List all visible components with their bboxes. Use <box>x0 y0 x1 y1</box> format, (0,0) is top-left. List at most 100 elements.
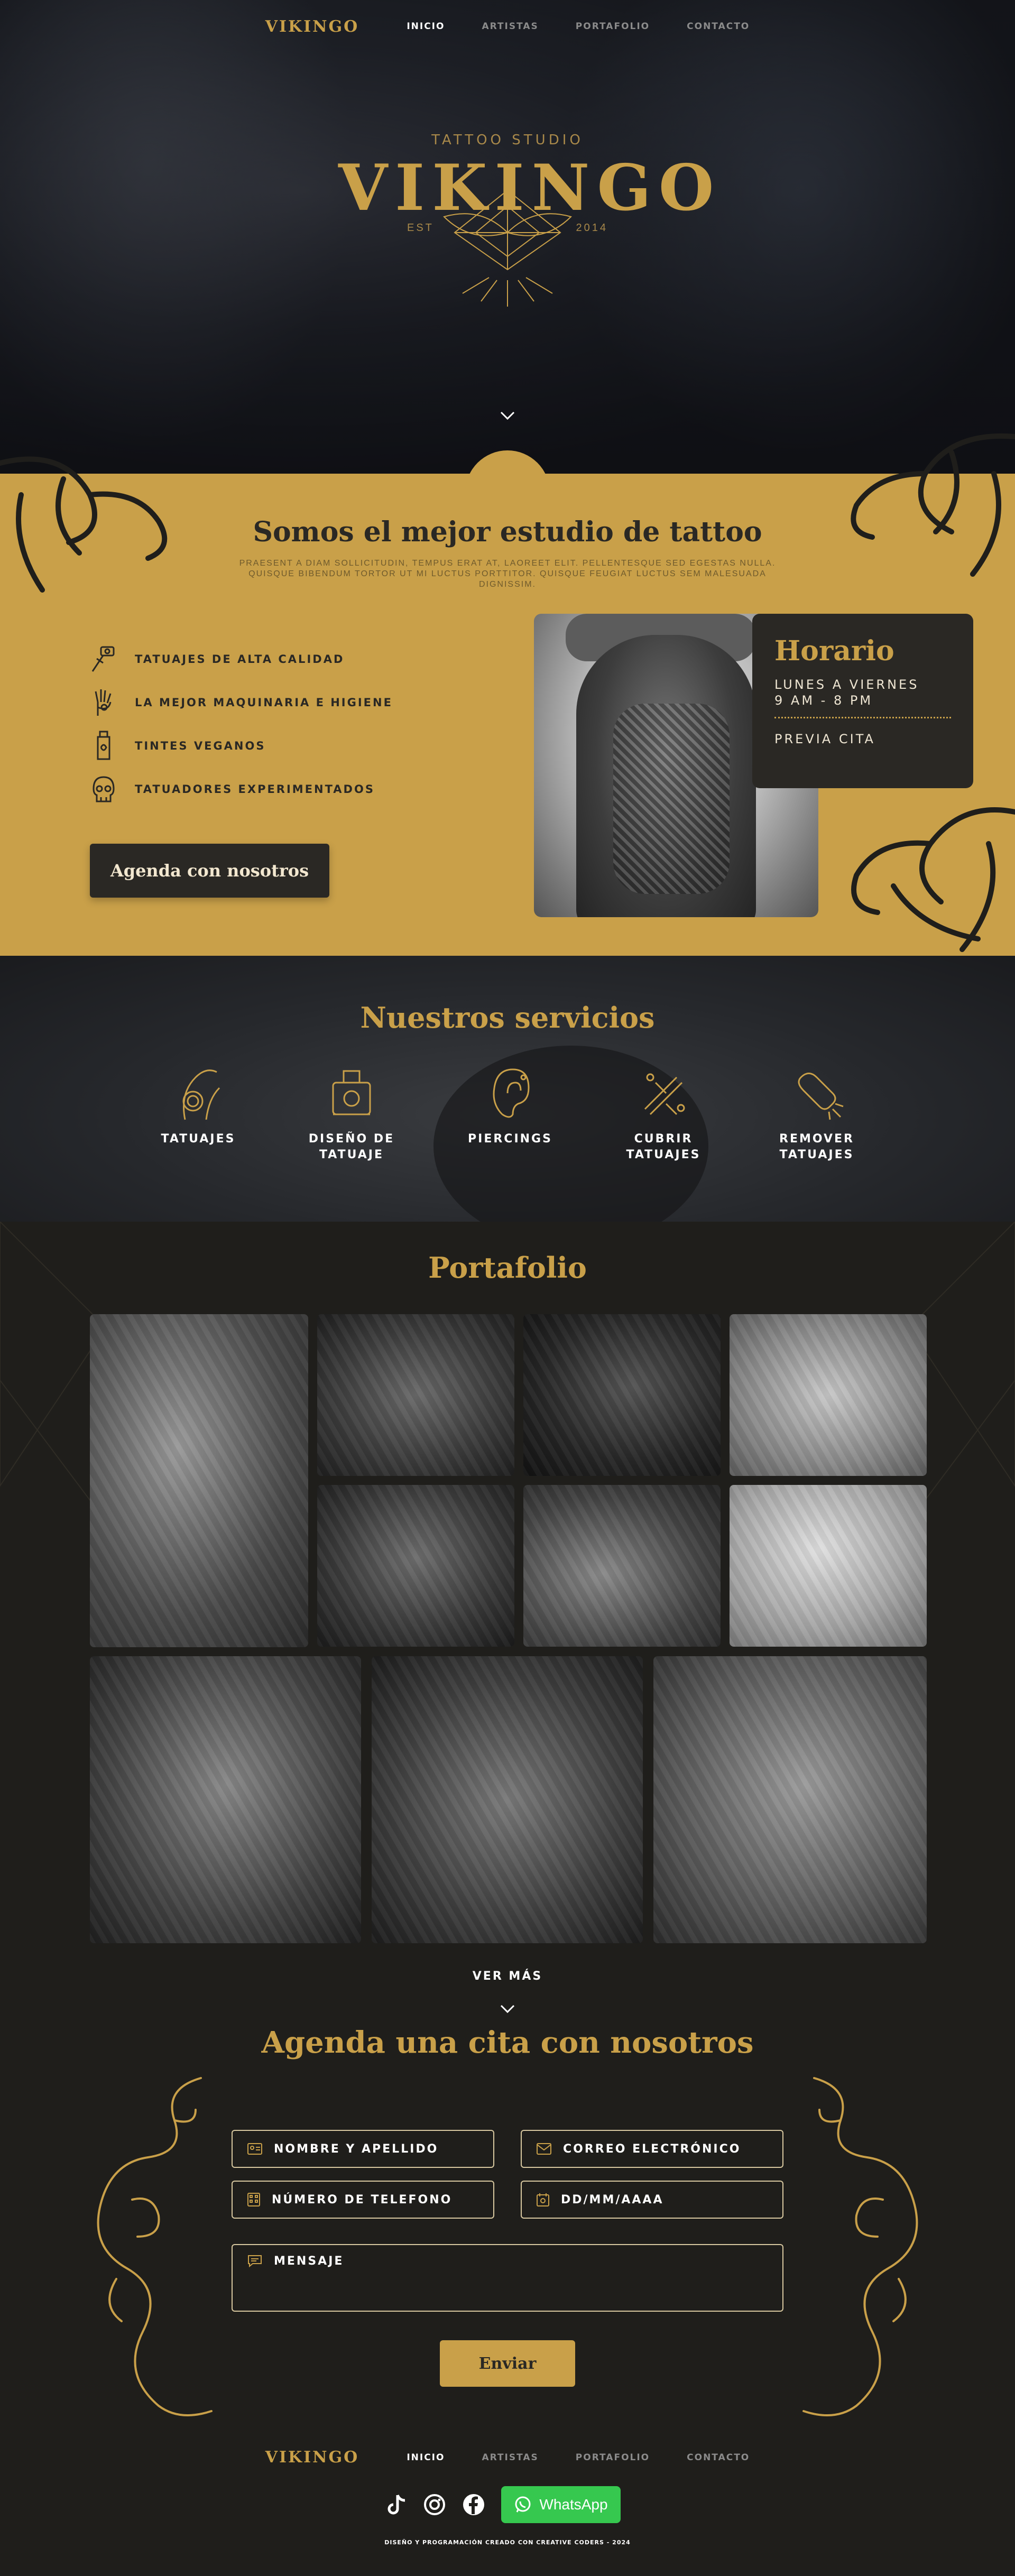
footer-credit: DISEÑO Y PROGRAMACIÓN CREADO CON CREATIV… <box>384 2539 631 2546</box>
service-label-2: TATUAJES <box>779 1148 854 1161</box>
chevron-down-icon[interactable] <box>499 2000 516 2017</box>
tattoo-machine-icon <box>91 646 115 672</box>
nav-item-inicio[interactable]: INICIO <box>407 21 445 32</box>
feature-label: TINTES VEGANOS <box>135 740 266 752</box>
schedule-note: PREVIA CITA <box>774 732 875 746</box>
portfolio-photo-4[interactable] <box>730 1314 927 1476</box>
nav-item-artistas[interactable]: ARTISTAS <box>482 21 538 32</box>
feature-label: TATUAJES DE ALTA CALIDAD <box>135 653 345 666</box>
tattoo-icon <box>182 1069 220 1120</box>
floral-ornament-bottom-right-icon <box>851 807 1015 952</box>
message-placeholder: MENSAJE <box>274 2255 344 2268</box>
message-field[interactable]: MENSAJE <box>232 2244 783 2312</box>
cover-icon <box>644 1073 685 1115</box>
portfolio-photo-9[interactable] <box>372 1656 643 1943</box>
service-label-1: PIERCINGS <box>468 1132 552 1146</box>
top-nav: VIKINGO INICIO ARTISTAS PORTAFOLIO CONTA… <box>0 0 1015 53</box>
portfolio-photo-2[interactable] <box>317 1314 514 1476</box>
email-field[interactable]: CORREO ELECTRÓNICO <box>521 2130 783 2168</box>
phone-field[interactable]: NÚMERO DE TELEFONO <box>232 2181 494 2219</box>
service-label-1: REMOVER <box>779 1132 854 1146</box>
features-list: TATUAJES DE ALTA CALIDAD LA MEJOR MAQUIN… <box>87 638 457 811</box>
phone-keypad-icon <box>247 2193 260 2206</box>
feature-label: TATUADORES EXPERIMENTADOS <box>135 783 375 796</box>
whatsapp-label: WhatsApp <box>539 2496 608 2513</box>
service-label-1: TATUAJES <box>161 1132 236 1146</box>
footer-logo[interactable]: VIKINGO <box>265 2448 359 2467</box>
service-label-1: DISEÑO DE <box>308 1132 395 1146</box>
whatsapp-icon <box>515 2496 531 2513</box>
see-more-link[interactable]: VER MÁS <box>455 1970 560 1983</box>
submit-button[interactable]: Enviar <box>440 2340 575 2387</box>
service-label-1: CUBRIR <box>634 1132 693 1146</box>
feature-item: LA MEJOR MAQUINARIA E HIGIENE <box>87 681 457 724</box>
hero-year: 2014 <box>576 222 608 234</box>
date-field[interactable]: DD/MM/AAAA <box>521 2181 783 2219</box>
feature-item: TATUADORES EXPERIMENTADOS <box>87 768 457 811</box>
tiktok-icon[interactable] <box>386 2493 407 2516</box>
calendar-icon <box>537 2193 549 2206</box>
portfolio-photo-10[interactable] <box>653 1656 927 1943</box>
schedule-divider <box>774 717 951 718</box>
feature-label: LA MEJOR MAQUINARIA E HIGIENE <box>135 696 393 709</box>
feature-item: TATUAJES DE ALTA CALIDAD <box>87 638 457 681</box>
footer-nav-inicio[interactable]: INICIO <box>407 2452 445 2463</box>
nav-item-portafolio[interactable]: PORTAFOLIO <box>576 21 650 32</box>
service-item-tatuajes[interactable]: TATUAJES <box>140 1061 256 1147</box>
filigree-left-icon <box>97 2077 213 2416</box>
services-section: Nuestros servicios TATUAJES DISEÑO DE TA… <box>0 956 1015 1222</box>
nav-logo[interactable]: VIKINGO <box>265 17 359 36</box>
portfolio-title: Portafolio <box>428 1251 587 1285</box>
portfolio-photo-5[interactable] <box>317 1485 514 1647</box>
floral-ornament-right-icon <box>851 433 1015 577</box>
service-item-cubrir[interactable]: CUBRIR TATUAJES <box>605 1061 722 1163</box>
chat-bubble-icon <box>248 2255 262 2267</box>
portfolio-photo-8[interactable] <box>90 1656 361 1943</box>
email-placeholder: CORREO ELECTRÓNICO <box>563 2142 741 2156</box>
schedule-title: Horario <box>774 635 894 667</box>
schedule-card: Horario LUNES A VIERNES 9 AM - 8 PM PREV… <box>752 614 973 788</box>
service-item-remover[interactable]: REMOVER TATUAJES <box>759 1061 875 1163</box>
instagram-icon[interactable] <box>423 2493 446 2516</box>
footer-nav-contacto[interactable]: CONTACTO <box>687 2452 750 2463</box>
footer-nav: VIKINGO INICIO ARTISTAS PORTAFOLIO CONTA… <box>0 2448 1015 2467</box>
social-links: WhatsApp <box>386 2486 621 2523</box>
portfolio-photo-7[interactable] <box>730 1485 927 1647</box>
nav-item-contacto[interactable]: CONTACTO <box>687 21 750 32</box>
chevron-down-icon[interactable] <box>499 407 516 424</box>
portfolio-photo-3[interactable] <box>523 1314 721 1476</box>
appointment-section: Agenda una cita con nosotros NOMBRE Y AP… <box>0 2025 1015 2422</box>
envelope-icon <box>537 2143 551 2155</box>
whatsapp-button[interactable]: WhatsApp <box>501 2486 621 2523</box>
ear-piercing-icon <box>493 1068 530 1118</box>
footer-nav-portafolio[interactable]: PORTAFOLIO <box>576 2452 650 2463</box>
id-card-icon <box>247 2143 262 2155</box>
footer-nav-artistas[interactable]: ARTISTAS <box>482 2452 538 2463</box>
hero-logo: TATTOO STUDIO VIKINGO EST 2014 <box>338 127 722 317</box>
facebook-icon[interactable] <box>462 2493 485 2516</box>
appointment-title: Agenda una cita con nosotros <box>261 2025 754 2060</box>
name-field[interactable]: NOMBRE Y APELLIDO <box>232 2130 494 2168</box>
book-appointment-button[interactable]: Agenda con nosotros <box>90 844 329 898</box>
portfolio-photo-6[interactable] <box>523 1485 721 1647</box>
date-placeholder: DD/MM/AAAA <box>561 2193 664 2206</box>
schedule-days: LUNES A VIERNES <box>774 677 919 692</box>
service-label-2: TATUAJE <box>319 1148 384 1161</box>
portfolio-photo-1[interactable] <box>90 1314 308 1647</box>
design-icon <box>332 1070 371 1115</box>
ink-bottle-icon <box>97 731 110 760</box>
services-title: Nuestros servicios <box>360 1001 655 1035</box>
about-section: Somos el mejor estudio de tattoo Praesen… <box>0 433 1015 956</box>
schedule-hours: 9 AM - 8 PM <box>774 693 873 708</box>
footer: VIKINGO INICIO ARTISTAS PORTAFOLIO CONTA… <box>0 2422 1015 2576</box>
phone-placeholder: NÚMERO DE TELEFONO <box>272 2193 453 2206</box>
name-placeholder: NOMBRE Y APELLIDO <box>274 2142 439 2156</box>
service-item-diseno[interactable]: DISEÑO DE TATUAJE <box>293 1061 410 1163</box>
skull-icon <box>93 776 115 802</box>
service-label-2: TATUAJES <box>626 1148 701 1161</box>
about-lede: Praesent a diam sollicitudin, tempus era… <box>239 559 776 589</box>
service-item-piercings[interactable]: PIERCINGS <box>452 1061 568 1147</box>
hero-brand: VIKINGO <box>338 151 722 225</box>
filigree-right-icon <box>802 2077 918 2416</box>
hero-est-label: EST <box>407 222 434 234</box>
